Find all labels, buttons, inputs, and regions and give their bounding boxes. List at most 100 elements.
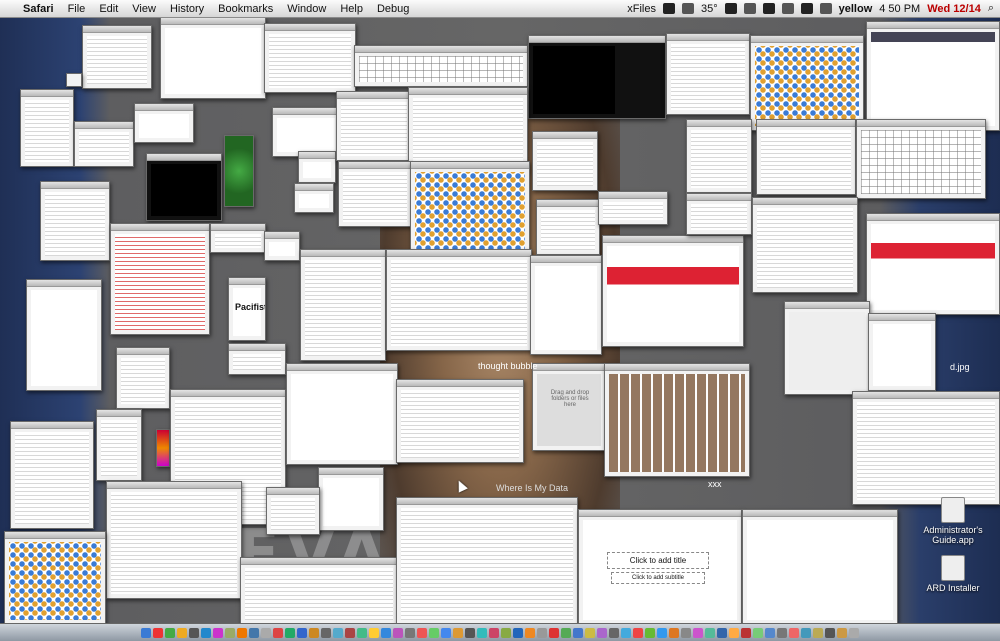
window-thumbnail[interactable] bbox=[82, 25, 152, 89]
menu-help[interactable]: Help bbox=[333, 3, 370, 15]
dock-app-icon[interactable] bbox=[177, 627, 187, 638]
window-thumbnail[interactable] bbox=[396, 379, 524, 463]
user-name[interactable]: yellow bbox=[839, 3, 873, 15]
desktop-icon-ard-installer[interactable]: ARD Installer bbox=[918, 555, 988, 593]
window-thumbnail[interactable] bbox=[264, 23, 356, 93]
window-thumbnail[interactable] bbox=[752, 197, 858, 293]
temperature-readout[interactable]: 35° bbox=[701, 3, 718, 15]
window-thumbnail[interactable] bbox=[228, 343, 286, 375]
dock-app-icon[interactable] bbox=[741, 627, 751, 638]
window-thumbnail[interactable] bbox=[74, 121, 134, 167]
dock-app-icon[interactable] bbox=[549, 627, 559, 638]
window-thumbnail[interactable] bbox=[868, 313, 936, 391]
window-thumbnail[interactable] bbox=[318, 467, 384, 531]
wifi-icon[interactable] bbox=[800, 3, 813, 14]
window-iphoto-themes[interactable] bbox=[750, 35, 864, 131]
dock-app-icon[interactable] bbox=[441, 627, 451, 638]
menu-window[interactable]: Window bbox=[280, 3, 333, 15]
window-itunes[interactable] bbox=[396, 497, 578, 623]
ppt-title-placeholder[interactable]: Click to add title bbox=[607, 552, 709, 569]
menu-history[interactable]: History bbox=[163, 3, 211, 15]
dock-app-icon[interactable] bbox=[729, 627, 739, 638]
dock-app-icon[interactable] bbox=[789, 627, 799, 638]
dock-app-icon[interactable] bbox=[525, 627, 535, 638]
dock-app-icon[interactable] bbox=[681, 627, 691, 638]
dock-app-icon[interactable] bbox=[333, 627, 343, 638]
dock-app-icon[interactable] bbox=[777, 627, 787, 638]
window-drop-zone[interactable]: Drag and drop folders or files here bbox=[532, 363, 606, 451]
dock-app-icon[interactable] bbox=[249, 627, 259, 638]
dock-app-icon[interactable] bbox=[393, 627, 403, 638]
window-thumbnail[interactable] bbox=[298, 151, 336, 183]
dock-app-icon[interactable] bbox=[201, 627, 211, 638]
window-thumbnail[interactable] bbox=[756, 119, 856, 195]
window-thumbnail[interactable] bbox=[666, 33, 750, 115]
dock-app-icon[interactable] bbox=[501, 627, 511, 638]
menu-bookmarks[interactable]: Bookmarks bbox=[211, 3, 280, 15]
window-finder-list[interactable] bbox=[386, 249, 532, 351]
window-thumbnail[interactable] bbox=[116, 347, 170, 409]
dock-app-icon[interactable] bbox=[453, 627, 463, 638]
window-thumbnail[interactable] bbox=[530, 255, 602, 355]
activity-monitor-icon[interactable] bbox=[662, 3, 675, 14]
dock-app-icon[interactable] bbox=[273, 627, 283, 638]
desktop-icon-admin-guide[interactable]: Administrator's Guide.app bbox=[918, 497, 988, 545]
dock-app-icon[interactable] bbox=[669, 627, 679, 638]
window-thumbnail[interactable] bbox=[96, 409, 142, 481]
display-icon[interactable] bbox=[743, 3, 756, 14]
weather-icon[interactable] bbox=[681, 3, 694, 14]
window-thumbnail[interactable] bbox=[26, 279, 102, 391]
window-thumbnail[interactable] bbox=[210, 223, 266, 253]
window-thumbnail[interactable] bbox=[852, 391, 1000, 505]
dock-app-icon[interactable] bbox=[621, 627, 631, 638]
bluetooth-icon[interactable] bbox=[762, 3, 775, 14]
dock-app-icon[interactable] bbox=[345, 627, 355, 638]
window-thumbnail[interactable] bbox=[66, 73, 82, 87]
dock-app-icon[interactable] bbox=[633, 627, 643, 638]
window-thumbnail[interactable] bbox=[272, 107, 340, 157]
window-ical[interactable] bbox=[866, 21, 1000, 131]
dock-app-icon[interactable] bbox=[513, 627, 523, 638]
menu-app-safari[interactable]: Safari bbox=[16, 3, 61, 15]
window-thumbnail[interactable] bbox=[294, 183, 334, 213]
window-thumbnail[interactable] bbox=[784, 301, 870, 395]
clock-time[interactable]: 4 50 PM bbox=[879, 3, 920, 15]
dock-app-icon[interactable] bbox=[489, 627, 499, 638]
dock-app-icon[interactable] bbox=[609, 627, 619, 638]
window-powerpoint[interactable]: Click to add title Click to add subtitle bbox=[578, 509, 742, 623]
dock-app-icon[interactable] bbox=[561, 627, 571, 638]
dock-app-icon[interactable] bbox=[693, 627, 703, 638]
window-thumbnail[interactable] bbox=[532, 131, 598, 191]
dock-app-icon[interactable] bbox=[213, 627, 223, 638]
window-thumbnail[interactable] bbox=[354, 45, 528, 87]
window-spreadsheet[interactable] bbox=[856, 119, 986, 199]
menu-view[interactable]: View bbox=[125, 3, 163, 15]
xfiles-menu[interactable]: xFiles bbox=[627, 3, 656, 15]
window-thumbnail[interactable] bbox=[240, 557, 398, 623]
window-thumbnail[interactable] bbox=[536, 199, 600, 255]
window-thumbnail[interactable] bbox=[160, 17, 266, 99]
window-text-document[interactable] bbox=[10, 421, 94, 529]
dock-app-icon[interactable] bbox=[405, 627, 415, 638]
dock-app-icon[interactable] bbox=[717, 627, 727, 638]
window-thumbnail[interactable] bbox=[686, 119, 752, 193]
window-safari-web[interactable] bbox=[602, 235, 744, 347]
dock-trash-icon[interactable] bbox=[849, 627, 859, 638]
dock-app-icon[interactable] bbox=[429, 627, 439, 638]
dock-app-icon[interactable] bbox=[765, 627, 775, 638]
dock-app-icon[interactable] bbox=[189, 627, 199, 638]
window-thumbnail[interactable] bbox=[20, 89, 74, 167]
dock-app-icon[interactable] bbox=[477, 627, 487, 638]
dock-app-icon[interactable] bbox=[537, 627, 547, 638]
dock-app-icon[interactable] bbox=[597, 627, 607, 638]
menu-edit[interactable]: Edit bbox=[92, 3, 125, 15]
dock-app-icon[interactable] bbox=[813, 627, 823, 638]
dock-app-icon[interactable] bbox=[357, 627, 367, 638]
menu-debug[interactable]: Debug bbox=[370, 3, 416, 15]
dock-app-icon[interactable] bbox=[705, 627, 715, 638]
dock-app-icon[interactable] bbox=[465, 627, 475, 638]
dock-app-icon[interactable] bbox=[369, 627, 379, 638]
window-thumbnail[interactable] bbox=[106, 481, 242, 599]
window-iphoto-library[interactable] bbox=[604, 363, 750, 477]
window-thumbnail[interactable] bbox=[336, 91, 412, 161]
